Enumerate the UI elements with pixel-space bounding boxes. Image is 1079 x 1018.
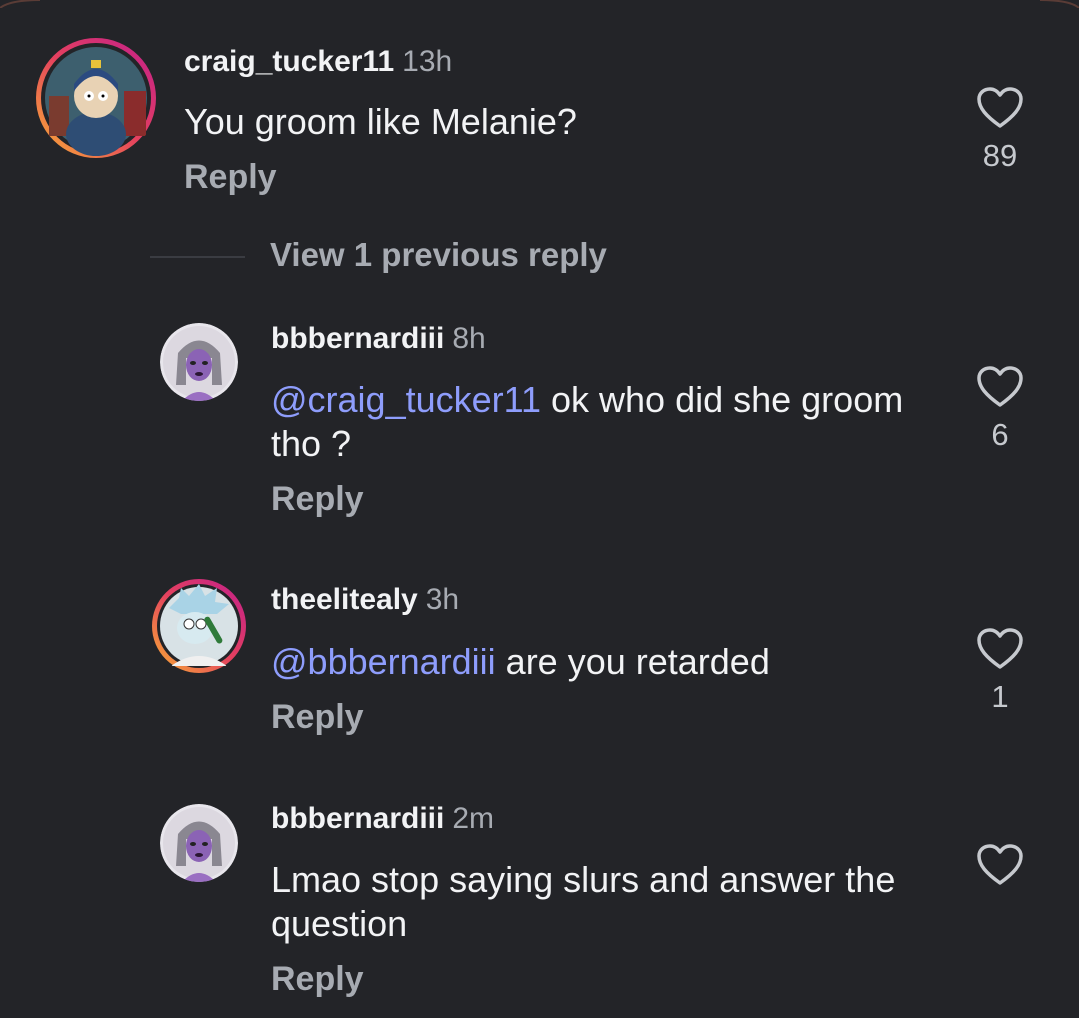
heart-outline-icon — [977, 628, 1023, 669]
like-count: 89 — [982, 138, 1018, 173]
comment-timestamp: 8h — [452, 322, 486, 355]
heart-outline-icon — [977, 366, 1023, 407]
comment-text: @bbbernardiii are you retarded — [271, 641, 770, 682]
avatar[interactable] — [151, 578, 247, 674]
comment-username[interactable]: craig_tucker11 13h — [184, 45, 452, 79]
like-button[interactable]: 89 — [970, 86, 1030, 174]
comment-timestamp: 2m — [452, 802, 495, 835]
comment-text: @craig_tucker11 ok who did she groom tho… — [271, 379, 904, 464]
thread-divider — [150, 256, 245, 258]
like-count: 6 — [991, 417, 1009, 452]
reply-button[interactable]: Reply — [184, 158, 277, 197]
avatar[interactable] — [160, 804, 238, 882]
view-previous-label[interactable]: View 1 previous reply — [270, 236, 607, 274]
like-count: 1 — [991, 679, 1009, 714]
avatar[interactable] — [160, 323, 238, 401]
comment-text: You groom like Melanie? — [184, 101, 577, 142]
mention-link[interactable]: @bbbernardiii — [271, 641, 496, 682]
top-edge-decoration — [0, 0, 1079, 8]
comment-username[interactable]: bbbernardiii 8h — [271, 322, 486, 356]
reply-button[interactable]: Reply — [271, 960, 364, 999]
heart-outline-icon — [977, 844, 1023, 885]
like-button[interactable] — [970, 843, 1030, 895]
avatar[interactable] — [34, 36, 158, 160]
heart-outline-icon — [977, 87, 1023, 128]
like-button[interactable]: 1 — [970, 627, 1030, 715]
reply-button[interactable]: Reply — [271, 480, 364, 519]
mention-link[interactable]: @craig_tucker11 — [271, 379, 541, 420]
reply-button[interactable]: Reply — [271, 698, 364, 737]
comment-timestamp: 3h — [425, 583, 460, 616]
comment-timestamp: 13h — [402, 45, 453, 78]
comment-text: Lmao stop saying slurs and answer the qu… — [271, 859, 896, 944]
comment-username[interactable]: theelitealy 3h — [271, 583, 459, 617]
comment-username[interactable]: bbbernardiii 2m — [271, 802, 494, 836]
like-button[interactable]: 6 — [970, 365, 1030, 453]
